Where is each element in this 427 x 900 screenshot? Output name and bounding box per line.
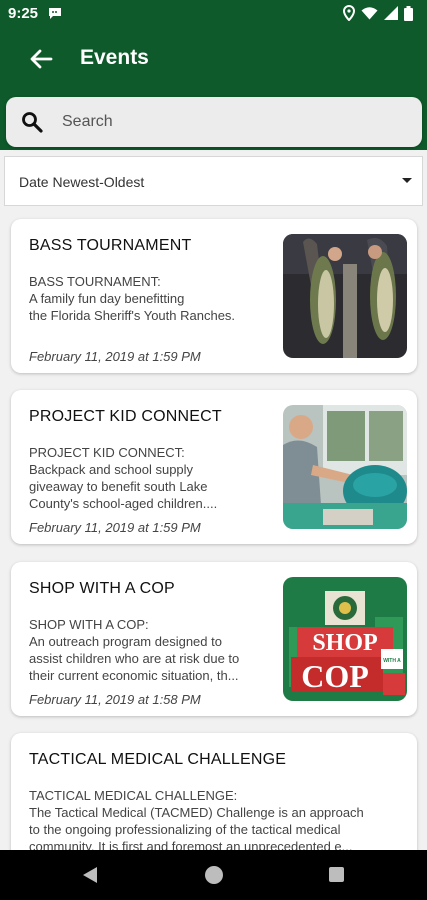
search-bar[interactable] (6, 97, 422, 147)
event-description: PROJECT KID CONNECT: Backpack and school… (29, 444, 269, 512)
event-card-tactical-medical-challenge[interactable]: TACTICAL MEDICAL CHALLENGE TACTICAL MEDI… (11, 733, 417, 863)
status-time: 9:25 (8, 5, 39, 22)
event-description-line: An outreach program designed to (29, 634, 222, 649)
event-title: TACTICAL MEDICAL CHALLENGE (29, 751, 287, 768)
event-description-line: the Florida Sheriff's Youth Ranches. (29, 308, 236, 323)
nav-recent-apps-square-icon[interactable] (329, 867, 344, 882)
event-description: SHOP WITH A COP: An outreach program des… (29, 616, 269, 684)
event-card-project-kid-connect[interactable]: PROJECT KID CONNECT PROJECT KID CONNECT:… (11, 390, 417, 544)
wifi-icon (361, 7, 378, 20)
battery-icon (404, 5, 413, 21)
event-card-bass-tournament[interactable]: BASS TOURNAMENT BASS TOURNAMENT: A famil… (11, 219, 417, 373)
event-description-line: assist children who are at risk due to (29, 651, 240, 666)
with-a-logo-text: WITH A (383, 658, 401, 664)
event-description-line: The Tactical Medical (TACMED) Challenge … (29, 805, 364, 820)
cop-logo-text: COP (301, 658, 369, 694)
page-title: Events (80, 46, 149, 69)
signal-icon (384, 6, 398, 20)
event-description-line: to the ongoing professionalizing of the … (29, 822, 341, 837)
event-title: PROJECT KID CONNECT (29, 408, 222, 425)
event-description-line: TACTICAL MEDICAL CHALLENGE: (29, 788, 238, 803)
event-description: BASS TOURNAMENT: A family fun day benefi… (29, 273, 269, 324)
event-thumbnail-bass-photo (283, 234, 407, 358)
event-thumbnail-backpack-photo (283, 405, 407, 529)
event-title: SHOP WITH A COP (29, 580, 175, 597)
event-description: TACTICAL MEDICAL CHALLENGE: The Tactical… (29, 787, 404, 855)
nav-back-triangle-icon[interactable] (82, 866, 98, 889)
event-description-line: County's school-aged children.... (29, 496, 218, 511)
search-input[interactable] (62, 107, 402, 137)
dropdown-caret-icon (402, 178, 412, 183)
event-description-line: BASS TOURNAMENT: (29, 274, 161, 289)
status-bar: 9:25 (0, 0, 427, 28)
event-date: February 11, 2019 at 1:58 PM (29, 692, 201, 707)
event-description-line: A family fun day benefitting (29, 291, 185, 306)
event-date: February 11, 2019 at 1:59 PM (29, 349, 201, 364)
search-icon (20, 110, 44, 134)
event-description-line: their current economic situation, th... (29, 668, 239, 683)
message-notification-icon (48, 6, 62, 20)
event-description-line: Backpack and school supply (29, 462, 194, 477)
status-icons (343, 5, 413, 21)
sort-dropdown[interactable]: Date Newest-Oldest (4, 156, 423, 206)
event-description-line: SHOP WITH A COP: (29, 617, 149, 632)
location-icon (343, 5, 355, 21)
event-title: BASS TOURNAMENT (29, 237, 192, 254)
event-date: February 11, 2019 at 1:59 PM (29, 520, 201, 535)
event-thumbnail-shop-with-a-cop-logo: SHOP COP WITH A (283, 577, 407, 701)
event-description-line: giveaway to benefit south Lake (29, 479, 208, 494)
event-card-shop-with-a-cop[interactable]: SHOP WITH A COP SHOP WITH A COP: An outr… (11, 562, 417, 716)
event-description-line: PROJECT KID CONNECT: (29, 445, 185, 460)
nav-home-circle-icon[interactable] (205, 866, 223, 884)
back-arrow-icon[interactable] (26, 44, 56, 74)
app-header: 9:25 Events (0, 0, 427, 150)
system-navigation-bar (0, 850, 427, 900)
shop-logo-text: SHOP (312, 630, 377, 656)
sort-selected-value: Date Newest-Oldest (19, 174, 145, 190)
